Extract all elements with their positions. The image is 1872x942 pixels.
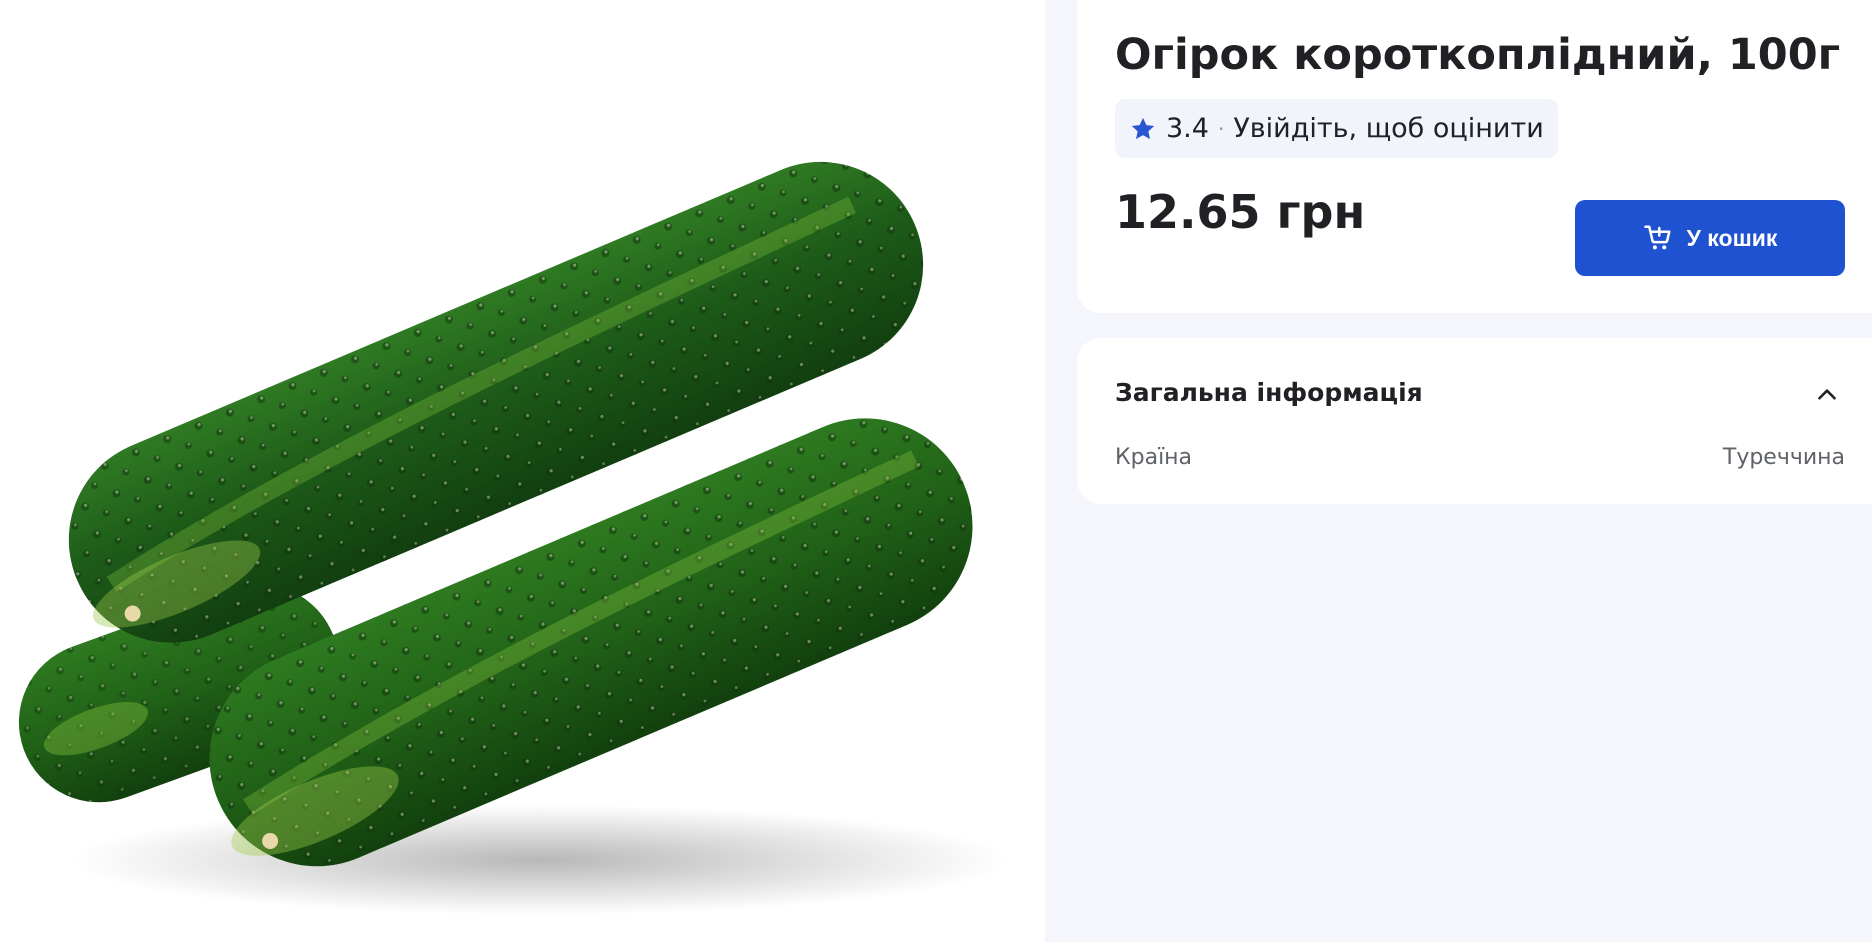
add-to-cart-label: У кошик	[1686, 224, 1778, 251]
general-info-card: Загальна інформація Країна Туреччина	[1077, 338, 1872, 504]
rating-widget[interactable]: 3.4 · Увійдіть, щоб оцінити	[1115, 99, 1558, 158]
cart-add-icon	[1643, 223, 1673, 253]
cucumber-image	[18, 161, 1010, 915]
chevron-up-icon[interactable]	[1814, 382, 1840, 408]
product-price: 12.65 грн	[1115, 185, 1366, 239]
product-summary-card: Огірок короткоплідний, 100г 3.4 · Увійді…	[1077, 0, 1872, 313]
add-to-cart-button[interactable]: У кошик	[1575, 200, 1845, 276]
rating-value: 3.4	[1166, 113, 1209, 144]
rating-login-prompt[interactable]: Увійдіть, щоб оцінити	[1233, 113, 1543, 144]
general-info-title[interactable]: Загальна інформація	[1115, 378, 1423, 407]
product-image-panel	[0, 0, 1045, 942]
info-row-value-country: Туреччина	[1722, 445, 1845, 470]
info-row-label-country: Країна	[1115, 445, 1193, 470]
product-title: Огірок короткоплідний, 100г	[1115, 30, 1841, 80]
rating-separator: ·	[1217, 116, 1225, 141]
product-info-column: Огірок короткоплідний, 100г 3.4 · Увійді…	[1077, 0, 1872, 942]
star-icon	[1129, 115, 1157, 143]
